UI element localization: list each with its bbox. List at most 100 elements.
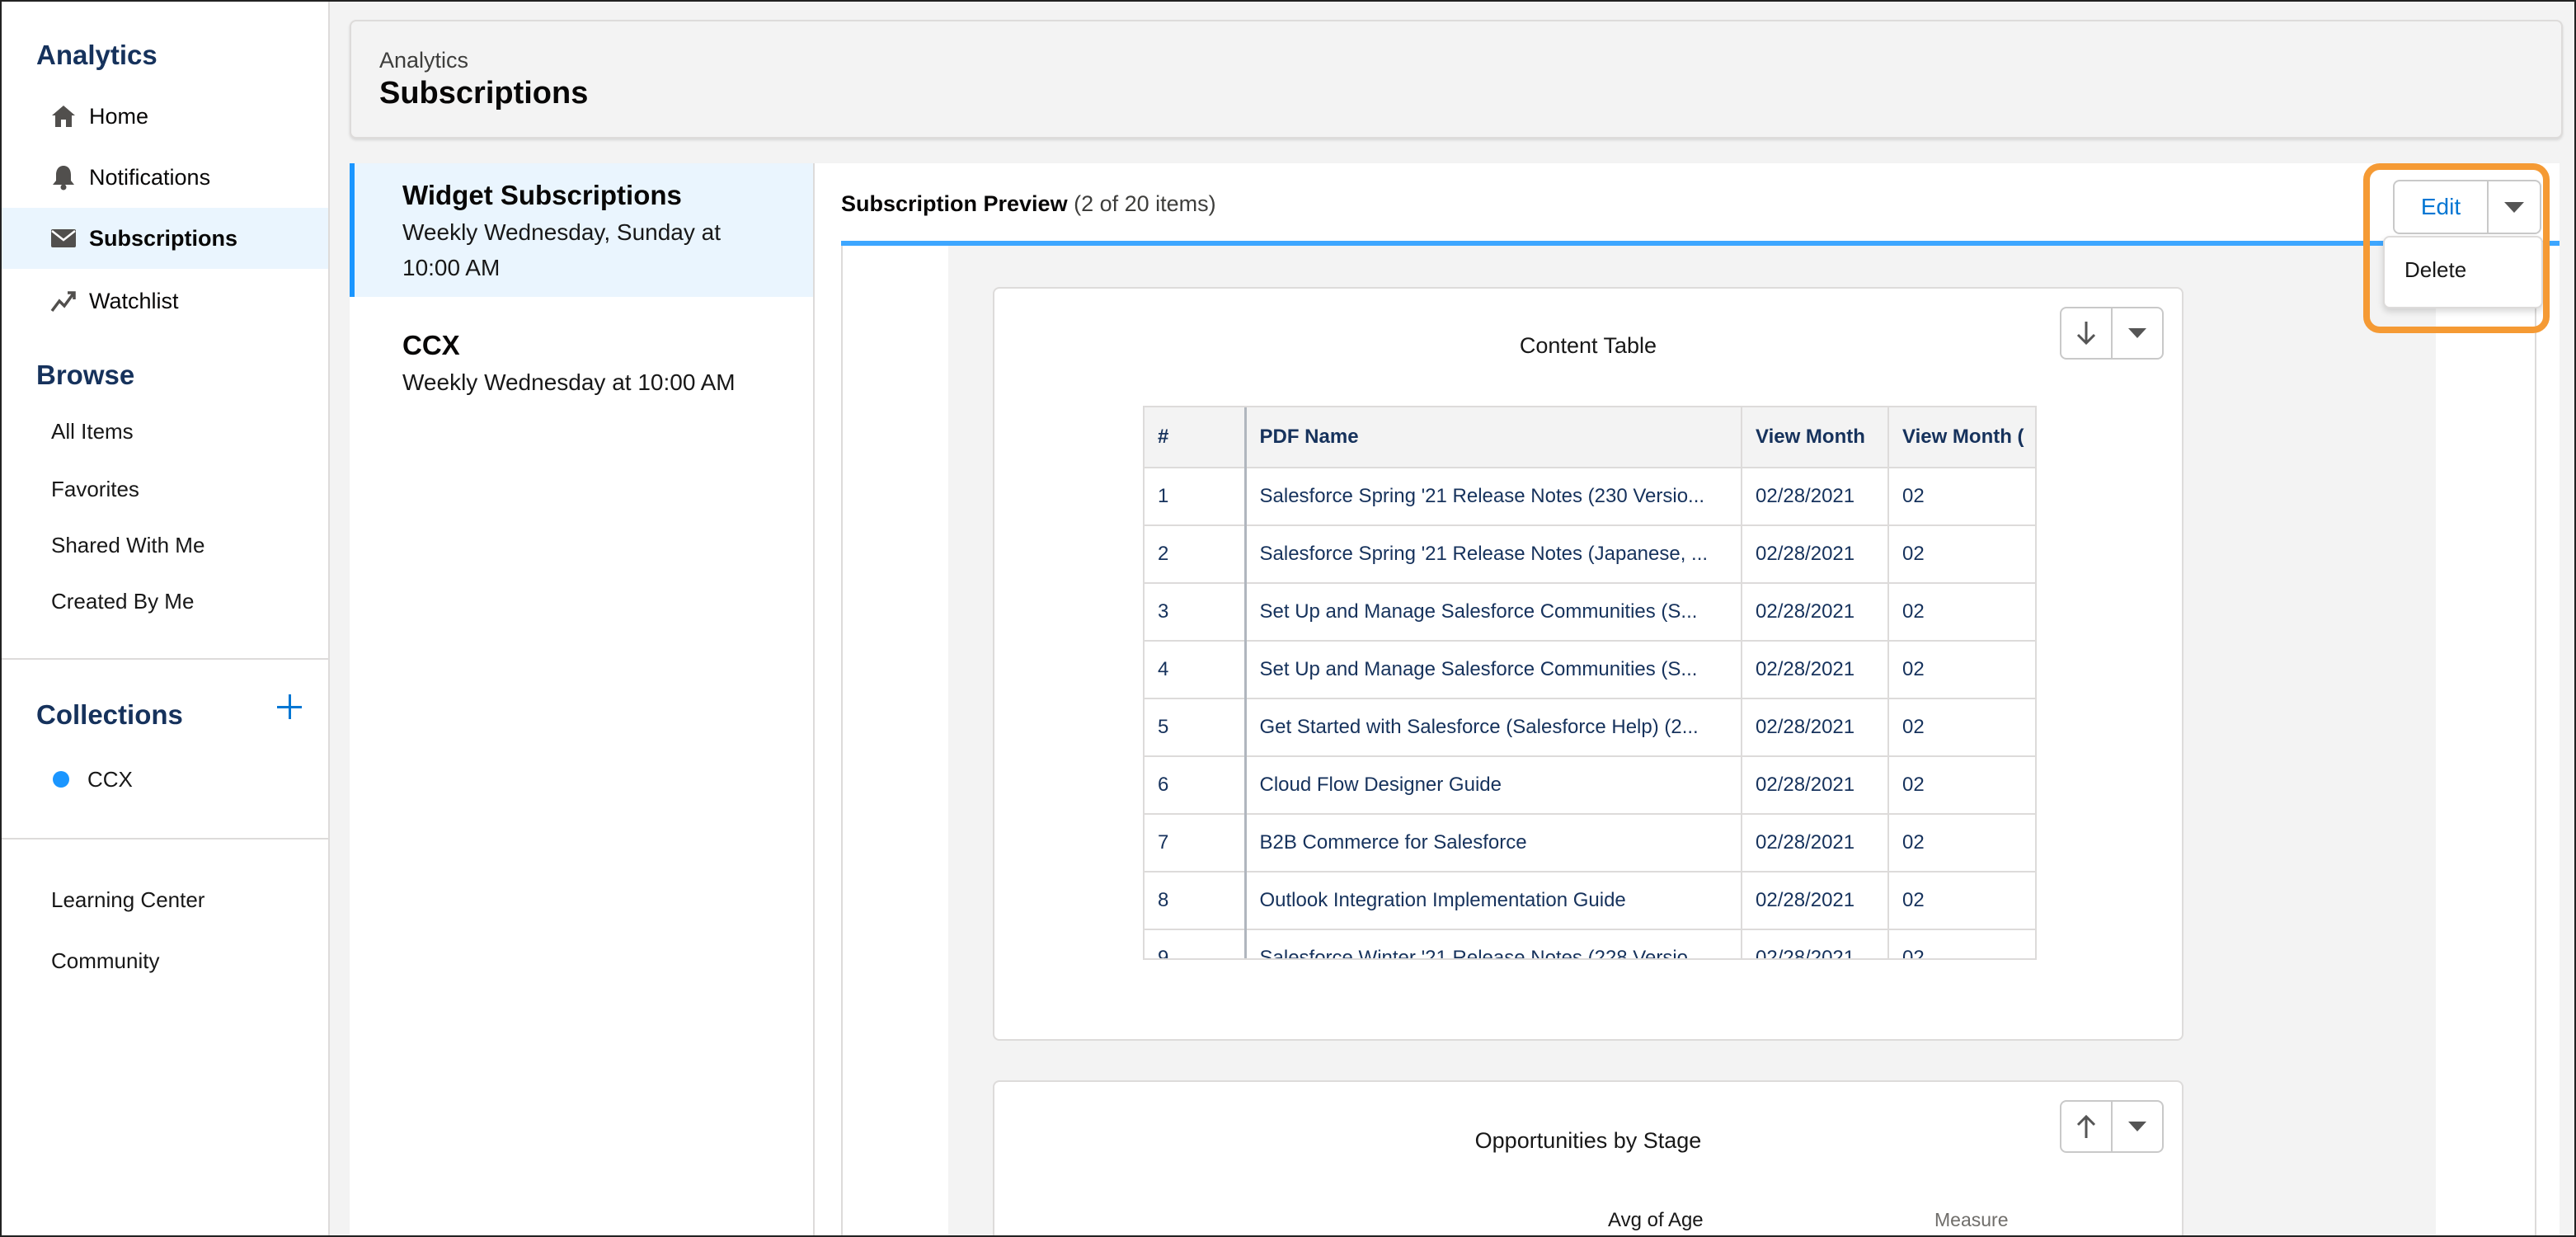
subscription-title: CCX bbox=[402, 330, 460, 360]
view-month-cell: 02/28/2021 bbox=[1742, 583, 1889, 642]
column-header[interactable]: PDF Name bbox=[1245, 407, 1742, 468]
widget-order-controls bbox=[2060, 307, 2164, 360]
subscription-item-widget[interactable]: Widget Subscriptions Weekly Wednesday, S… bbox=[350, 163, 813, 297]
subscription-item-ccx[interactable]: CCX Weekly Wednesday at 10:00 AM bbox=[350, 297, 813, 412]
view-month-cell: 02/28/2021 bbox=[1742, 756, 1889, 815]
collections-heading: Collections bbox=[36, 699, 183, 730]
sidebar-item-subscriptions[interactable]: Subscriptions bbox=[2, 208, 328, 269]
page-header: Analytics Subscriptions bbox=[350, 20, 2563, 139]
view-month-2-cell: 02 bbox=[1888, 698, 2035, 757]
browse-all-items[interactable]: All Items bbox=[51, 419, 134, 444]
sidebar-item-label: Subscriptions bbox=[89, 225, 238, 251]
pdf-name-cell[interactable]: Set Up and Manage Salesforce Communities… bbox=[1245, 641, 1742, 699]
pdf-name-cell[interactable]: Get Started with Salesforce (Salesforce … bbox=[1245, 698, 1742, 757]
page-title: Subscriptions bbox=[379, 76, 589, 111]
table-row[interactable]: 9 Salesforce Winter '21 Release Notes (22… bbox=[1145, 929, 2035, 958]
collection-item-ccx[interactable]: CCX bbox=[87, 767, 133, 793]
row-number: 8 bbox=[1145, 872, 1247, 930]
divider bbox=[2, 838, 328, 840]
table-row[interactable]: 8 Outlook Integration Implementation Guid… bbox=[1145, 872, 2035, 930]
chevron-down-icon bbox=[2128, 328, 2146, 338]
view-month-2-cell: 02 bbox=[1888, 468, 2035, 526]
row-number: 7 bbox=[1145, 814, 1247, 872]
widget-menu-button[interactable] bbox=[2111, 1102, 2162, 1151]
content-table[interactable]: # PDF Name View Month View Month ( 1 Sale… bbox=[1143, 406, 2037, 960]
move-up-button[interactable] bbox=[2061, 1102, 2111, 1151]
row-number: 5 bbox=[1145, 698, 1247, 757]
table-row[interactable]: 1 Salesforce Spring '21 Release Notes (23… bbox=[1145, 468, 2035, 526]
sidebar-item-notifications[interactable]: Notifications bbox=[2, 147, 328, 208]
add-collection-plus-icon[interactable] bbox=[275, 693, 303, 721]
table-row[interactable]: 7 B2B Commerce for Salesforce 02/28/2021 02 bbox=[1145, 814, 2035, 872]
widget-opportunities-by-stage: Opportunities by Stage Avg of Age Measur… bbox=[993, 1080, 2183, 1235]
widget-title: Content Table bbox=[1519, 333, 1657, 358]
sidebar-item-label: Notifications bbox=[89, 164, 211, 190]
subscription-list: Widget Subscriptions Weekly Wednesday, S… bbox=[350, 163, 815, 1235]
widget-content-table: Content Table # PDF Name View Month View… bbox=[993, 287, 2183, 1041]
pdf-name-cell[interactable]: Salesforce Spring '21 Release Notes (230… bbox=[1245, 468, 1742, 526]
column-header[interactable]: View Month bbox=[1742, 407, 1889, 468]
sidebar-item-label: Home bbox=[89, 103, 149, 129]
subscription-schedule: Weekly Wednesday at 10:00 AM bbox=[402, 369, 736, 395]
view-month-cell: 02/28/2021 bbox=[1742, 929, 1889, 958]
measure-label: Measure bbox=[1934, 1209, 2009, 1230]
move-down-button[interactable] bbox=[2061, 308, 2111, 358]
row-number: 4 bbox=[1145, 641, 1247, 699]
widget-order-controls bbox=[2060, 1100, 2164, 1153]
row-number: 2 bbox=[1145, 525, 1247, 584]
app-window: Analytics Home Notifications Subscriptio… bbox=[0, 0, 2576, 1237]
widget-title: Opportunities by Stage bbox=[1474, 1128, 1702, 1153]
pdf-name-cell[interactable]: Salesforce Winter '21 Release Notes (228… bbox=[1245, 929, 1742, 958]
subscription-schedule: Weekly Wednesday, Sunday at 10:00 AM bbox=[402, 219, 721, 280]
browse-heading: Browse bbox=[36, 360, 135, 390]
arrow-down-icon bbox=[2076, 322, 2096, 346]
row-number: 6 bbox=[1145, 756, 1247, 815]
breadcrumb: Analytics bbox=[379, 48, 469, 73]
table-row[interactable]: 6 Cloud Flow Designer Guide 02/28/2021 02 bbox=[1145, 756, 2035, 815]
browse-created-by-me[interactable]: Created By Me bbox=[51, 589, 194, 614]
view-month-cell: 02/28/2021 bbox=[1742, 525, 1889, 584]
pdf-name-cell[interactable]: Cloud Flow Designer Guide bbox=[1245, 756, 1742, 815]
arrow-up-icon bbox=[2076, 1114, 2096, 1138]
view-month-cell: 02/28/2021 bbox=[1742, 468, 1889, 526]
pdf-name-cell[interactable]: Salesforce Spring '21 Release Notes (Jap… bbox=[1245, 525, 1742, 584]
table-row[interactable]: 2 Salesforce Spring '21 Release Notes (Ja… bbox=[1145, 525, 2035, 584]
column-header[interactable]: # bbox=[1145, 407, 1247, 468]
column-header[interactable]: View Month ( bbox=[1888, 407, 2035, 468]
learning-center-link[interactable]: Learning Center bbox=[51, 887, 204, 913]
divider bbox=[2, 658, 328, 660]
view-month-2-cell: 02 bbox=[1888, 641, 2035, 699]
table-row[interactable]: 5 Get Started with Salesforce (Salesforce… bbox=[1145, 698, 2035, 757]
sidebar-item-watchlist[interactable]: Watchlist bbox=[2, 270, 328, 332]
view-month-cell: 02/28/2021 bbox=[1742, 641, 1889, 699]
sidebar: Analytics Home Notifications Subscriptio… bbox=[2, 2, 330, 1235]
sidebar-item-home[interactable]: Home bbox=[2, 86, 328, 147]
table-row[interactable]: 4 Set Up and Manage Salesforce Communitie… bbox=[1145, 641, 2035, 699]
bell-icon bbox=[49, 163, 78, 191]
widget-menu-button[interactable] bbox=[2111, 308, 2162, 358]
view-month-2-cell: 02 bbox=[1888, 525, 2035, 584]
envelope-icon bbox=[49, 224, 78, 252]
pdf-name-cell[interactable]: Outlook Integration Implementation Guide bbox=[1245, 872, 1742, 930]
avg-of-age-label: Avg of Age bbox=[1608, 1209, 1704, 1231]
browse-shared-with-me[interactable]: Shared With Me bbox=[51, 533, 204, 558]
view-month-2-cell: 02 bbox=[1888, 583, 2035, 642]
preview-title: Subscription Preview (2 of 20 items) bbox=[841, 191, 1216, 217]
preview-body[interactable]: Content Table # PDF Name View Month View… bbox=[841, 246, 2536, 1235]
browse-favorites[interactable]: Favorites bbox=[51, 477, 139, 502]
collection-color-dot bbox=[53, 771, 69, 788]
view-month-cell: 02/28/2021 bbox=[1742, 814, 1889, 872]
home-icon bbox=[49, 102, 78, 130]
pdf-name-cell[interactable]: Set Up and Manage Salesforce Communities… bbox=[1245, 583, 1742, 642]
sidebar-item-label: Watchlist bbox=[89, 288, 179, 313]
row-number: 9 bbox=[1145, 929, 1247, 958]
row-number: 3 bbox=[1145, 583, 1247, 642]
row-number: 1 bbox=[1145, 468, 1247, 526]
community-link[interactable]: Community bbox=[51, 948, 159, 974]
subscription-title: Widget Subscriptions bbox=[402, 180, 682, 210]
view-month-2-cell: 02 bbox=[1888, 929, 2035, 958]
pdf-name-cell[interactable]: B2B Commerce for Salesforce bbox=[1245, 814, 1742, 872]
analytics-heading: Analytics bbox=[36, 40, 157, 70]
trend-icon bbox=[49, 287, 78, 315]
table-row[interactable]: 3 Set Up and Manage Salesforce Communitie… bbox=[1145, 583, 2035, 642]
